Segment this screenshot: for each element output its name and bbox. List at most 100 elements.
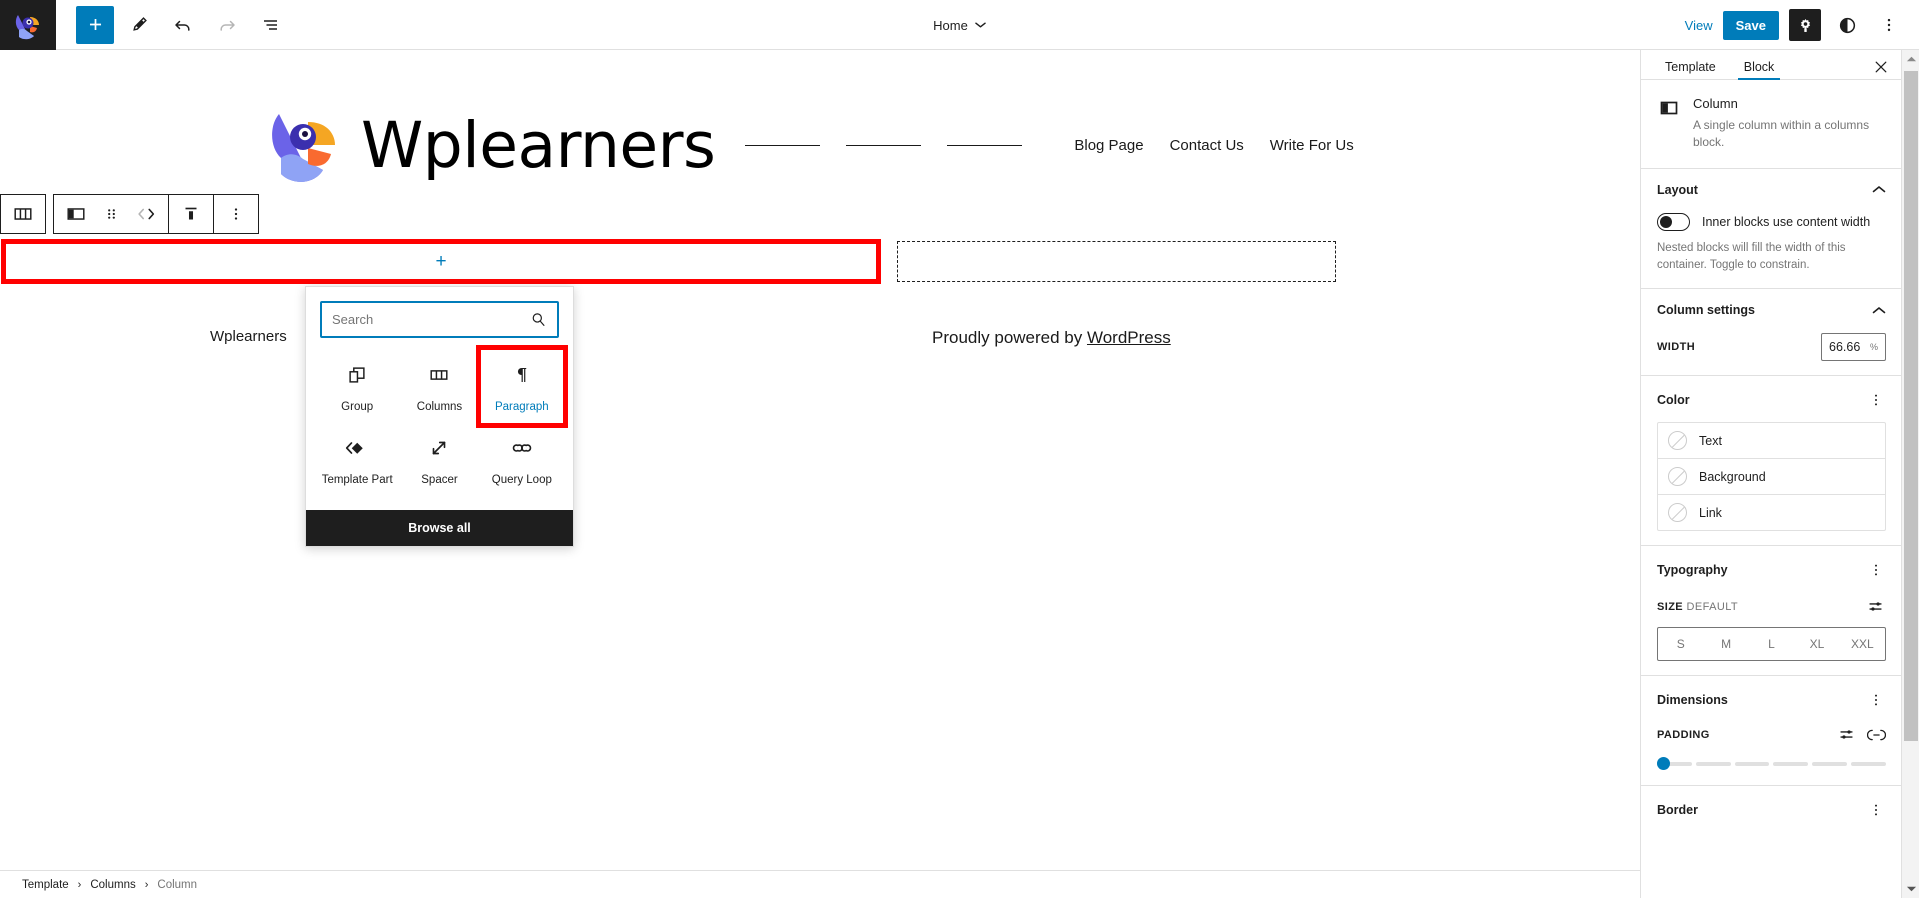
padding-track-segment — [1734, 762, 1770, 767]
nav-link-write-for-us[interactable]: Write For Us — [1270, 137, 1354, 154]
font-size-option-xl[interactable]: XL — [1794, 628, 1839, 660]
typography-options-kebab-button[interactable] — [1866, 560, 1886, 580]
nav-link-contact-us[interactable]: Contact Us — [1170, 137, 1244, 154]
chevron-up-icon[interactable] — [1872, 185, 1886, 194]
footer-site-title[interactable]: Wplearners — [210, 328, 287, 345]
inserter-block-spacer[interactable]: Spacer — [398, 423, 480, 496]
column-settings-header[interactable]: Column settings — [1657, 303, 1886, 317]
chevron-down-icon — [975, 22, 986, 28]
font-size-row: SIZE DEFAULT — [1657, 596, 1886, 617]
inserter-block-query-loop[interactable]: Query Loop — [481, 423, 563, 496]
inserter-block-label: Group — [341, 401, 374, 413]
selected-column-block[interactable]: + — [1, 239, 881, 284]
block-actions-group — [53, 194, 259, 234]
padding-slider[interactable] — [1657, 757, 1886, 771]
color-panel-header: Color — [1657, 390, 1886, 410]
save-button[interactable]: Save — [1722, 10, 1779, 40]
scrollbar-up-button[interactable] — [1902, 50, 1919, 68]
block-more-options-button[interactable] — [214, 195, 258, 233]
color-option-text[interactable]: Text — [1658, 423, 1885, 458]
block-type-columns-button[interactable] — [1, 195, 45, 233]
padding-link-sides-button[interactable] — [1867, 728, 1886, 742]
border-options-kebab-button[interactable] — [1866, 800, 1886, 820]
triangle-up-icon — [1906, 56, 1916, 62]
inserter-block-label: Paragraph — [494, 401, 549, 413]
block-appender-plus-icon[interactable]: + — [435, 252, 446, 271]
font-size-label-text: SIZE — [1657, 600, 1684, 613]
empty-color-swatch-icon — [1668, 467, 1687, 487]
site-header-template-part[interactable]: Wplearners Blog Page Contact Us Write Fo… — [0, 85, 1640, 205]
sliders-icon — [1840, 730, 1853, 739]
pencil-icon — [132, 17, 147, 31]
font-size-label: SIZE DEFAULT — [1657, 601, 1738, 613]
dimensions-panel-title: Dimensions — [1657, 693, 1728, 708]
editor-canvas: Wplearners Blog Page Contact Us Write Fo… — [0, 50, 1640, 870]
list-view-button[interactable] — [252, 6, 290, 44]
drag-handle-button[interactable] — [98, 195, 124, 233]
vertical-ellipsis-icon — [1887, 18, 1891, 32]
font-size-option-xxl[interactable]: XXL — [1840, 628, 1885, 660]
scrollbar-down-button[interactable] — [1902, 880, 1919, 898]
empty-column-block[interactable] — [897, 241, 1336, 282]
dimensions-options-kebab-button[interactable] — [1866, 690, 1886, 710]
nav-link-blog-page[interactable]: Blog Page — [1074, 137, 1143, 154]
settings-button[interactable] — [1789, 9, 1821, 41]
color-option-background[interactable]: Background — [1658, 458, 1885, 494]
breadcrumb-item-columns[interactable]: Columns — [90, 879, 135, 891]
column-width-value: 66.66 — [1829, 340, 1861, 355]
view-link[interactable]: View — [1685, 18, 1713, 33]
color-options-kebab-button[interactable] — [1866, 390, 1886, 410]
layout-panel-header[interactable]: Layout — [1657, 183, 1886, 197]
inserter-search-field[interactable] — [320, 301, 559, 338]
font-size-option-s[interactable]: S — [1658, 628, 1703, 660]
block-info-text: Column A single column within a columns … — [1693, 96, 1886, 152]
sidebar-scrollbar[interactable] — [1901, 50, 1919, 898]
redo-button[interactable] — [208, 6, 246, 44]
color-option-link[interactable]: Link — [1658, 494, 1885, 530]
inner-blocks-content-width-toggle[interactable] — [1657, 212, 1690, 231]
vertical-ellipsis-icon — [1875, 394, 1877, 406]
tab-template[interactable]: Template — [1651, 54, 1730, 79]
more-options-button[interactable] — [1873, 9, 1905, 41]
chevron-up-icon[interactable] — [1872, 306, 1886, 315]
column-width-input[interactable]: 66.66 % — [1821, 333, 1886, 362]
svg-text:¶: ¶ — [517, 366, 528, 385]
close-sidebar-button[interactable] — [1870, 56, 1892, 78]
inserter-block-columns[interactable]: Columns — [398, 350, 480, 423]
edit-tool-button[interactable] — [120, 6, 158, 44]
font-size-option-l[interactable]: L — [1749, 628, 1794, 660]
scrollbar-thumb[interactable] — [1904, 71, 1918, 741]
search-input[interactable] — [332, 312, 530, 327]
inserter-block-group[interactable]: Group — [316, 350, 398, 423]
font-size-option-m[interactable]: M — [1703, 628, 1748, 660]
wordpress-logo-button[interactable] — [0, 0, 56, 50]
vertical-align-button[interactable] — [169, 195, 213, 233]
color-option-label: Background — [1699, 469, 1766, 484]
chevron-left-right-icon — [138, 208, 155, 220]
typography-panel-header: Typography — [1657, 560, 1886, 580]
breadcrumb-item-column[interactable]: Column — [157, 879, 197, 891]
column-width-row: WIDTH 66.66 % — [1657, 333, 1886, 362]
wordpress-link[interactable]: WordPress — [1087, 328, 1171, 347]
color-option-label: Link — [1699, 505, 1722, 520]
footer-credit-prefix: Proudly powered by — [932, 328, 1087, 347]
font-size-custom-button[interactable] — [1865, 596, 1886, 617]
change-alignment-button[interactable] — [54, 195, 98, 233]
browse-all-button[interactable]: Browse all — [306, 510, 573, 546]
styles-button[interactable] — [1831, 9, 1863, 41]
border-panel-header: Border — [1657, 800, 1886, 820]
site-title[interactable]: Wplearners — [361, 109, 716, 182]
breadcrumb-item-template[interactable]: Template — [22, 879, 69, 891]
document-title-dropdown[interactable]: Home — [933, 18, 986, 33]
site-footer-template-part: Wplearners Proudly powered by WordPress — [0, 328, 1640, 368]
inserter-block-template-part[interactable]: Template Part — [316, 423, 398, 496]
inserter-block-paragraph[interactable]: ¶ Paragraph — [475, 345, 569, 428]
block-settings-sidebar: Template Block Column A single column wi… — [1640, 50, 1919, 898]
move-left-right-button[interactable] — [124, 195, 168, 233]
padding-slider-knob[interactable] — [1657, 757, 1670, 771]
add-block-button[interactable] — [76, 5, 114, 44]
padding-custom-button[interactable] — [1838, 726, 1855, 743]
tab-block[interactable]: Block — [1730, 54, 1789, 80]
columns-block: + — [0, 239, 1640, 301]
undo-button[interactable] — [164, 6, 202, 44]
